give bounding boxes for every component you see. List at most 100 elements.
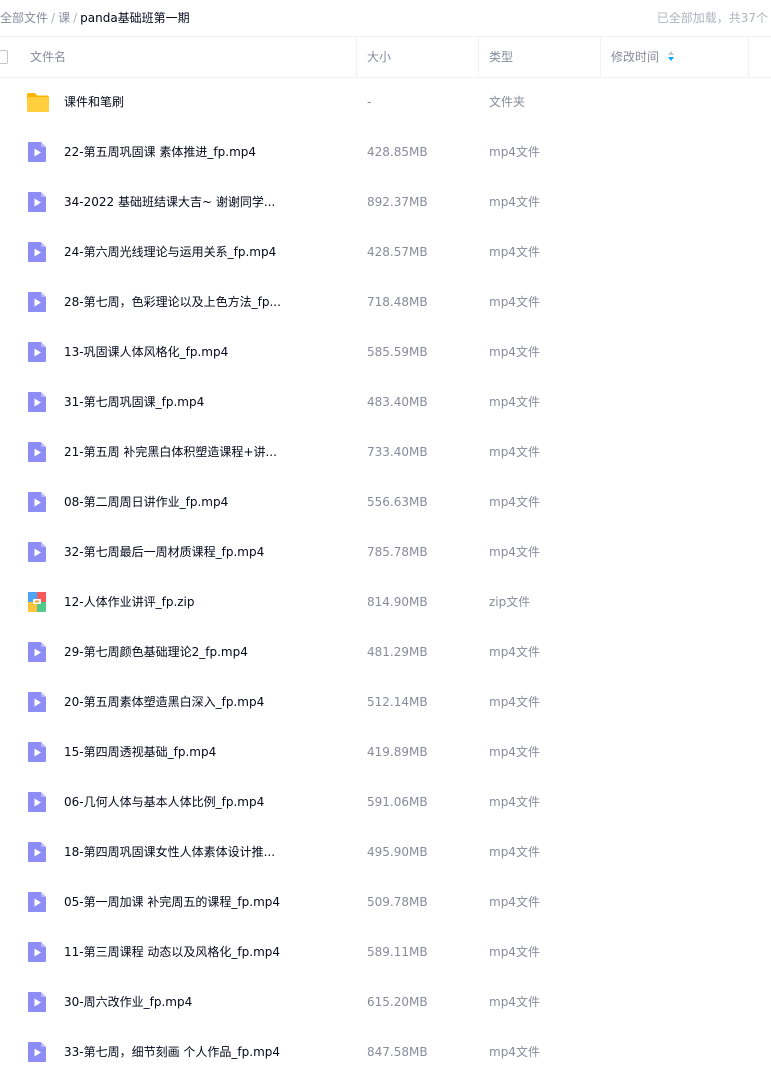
file-row[interactable]: 课件和笔刷 - 文件夹 [0,77,771,127]
file-row[interactable]: 12-人体作业讲评_fp.zip 814.90MB zip文件 [0,577,771,627]
sort-icon[interactable] [667,50,675,63]
file-name[interactable]: 24-第六周光线理论与运用关系_fp.mp4 [64,227,276,277]
file-row[interactable]: 32-第七周最后一周材质课程_fp.mp4 785.78MB mp4文件 [0,527,771,577]
breadcrumb-item-all-files[interactable]: 全部文件 [0,11,48,25]
column-type-label: 类型 [489,50,514,64]
file-list-header: 文件名 大小 类型 修改时间 [0,36,771,78]
file-size: 512.14MB [367,695,428,709]
file-name[interactable]: 21-第五周 补完黑白体积塑造课程+讲... [64,427,277,477]
file-type: mp4文件 [489,395,540,409]
file-type: mp4文件 [489,795,540,809]
top-bar: 全部文件 / 课 / panda基础班第一期 已全部加载，共37个 [0,0,771,32]
video-file-icon [26,241,50,263]
file-type: mp4文件 [489,945,540,959]
file-type: mp4文件 [489,745,540,759]
column-header-modified[interactable]: 修改时间 [600,37,749,77]
file-name[interactable]: 31-第七周巩固课_fp.mp4 [64,377,204,427]
breadcrumb-item-course[interactable]: 课 [58,11,70,25]
folder-icon [26,91,50,113]
file-size: 733.40MB [367,445,428,459]
file-size: 419.89MB [367,745,428,759]
video-file-icon [26,141,50,163]
file-list: 课件和笔刷 - 文件夹 22-第五周巩固课 素体推进_fp.mp4 428.85MB mp… [0,77,771,1077]
file-row[interactable]: 15-第四周透视基础_fp.mp4 419.89MB mp4文件 [0,727,771,777]
column-header-size[interactable]: 大小 [356,37,477,77]
breadcrumb-separator: / [73,11,78,25]
file-size: 615.20MB [367,995,428,1009]
breadcrumb: 全部文件 / 课 / panda基础班第一期 [0,9,190,26]
file-row[interactable]: 22-第五周巩固课 素体推进_fp.mp4 428.85MB mp4文件 [0,127,771,177]
file-name[interactable]: 30-周六改作业_fp.mp4 [64,977,192,1027]
column-header-spacer [748,37,771,77]
file-name[interactable]: 29-第七周颜色基础理论2_fp.mp4 [64,627,248,677]
column-header-name[interactable]: 文件名 [30,37,350,77]
video-file-icon [26,741,50,763]
file-type: mp4文件 [489,845,540,859]
file-type: mp4文件 [489,145,540,159]
file-name[interactable]: 18-第四周巩固课女性人体素体设计推... [64,827,275,877]
video-file-icon [26,441,50,463]
video-file-icon [26,991,50,1013]
select-all-checkbox[interactable] [0,50,8,64]
file-row[interactable]: 08-第二周周日讲作业_fp.mp4 556.63MB mp4文件 [0,477,771,527]
file-type: mp4文件 [489,495,540,509]
file-name[interactable]: 08-第二周周日讲作业_fp.mp4 [64,477,228,527]
file-name[interactable]: 12-人体作业讲评_fp.zip [64,577,195,627]
file-size: 591.06MB [367,795,428,809]
file-size: 814.90MB [367,595,428,609]
file-row[interactable]: 30-周六改作业_fp.mp4 615.20MB mp4文件 [0,977,771,1027]
column-modified-label: 修改时间 [611,50,660,64]
video-file-icon [26,691,50,713]
file-name[interactable]: 33-第七周，细节刻画 个人作品_fp.mp4 [64,1027,280,1077]
file-row[interactable]: 05-第一周加课 补完周五的课程_fp.mp4 509.78MB mp4文件 [0,877,771,927]
file-size: 718.48MB [367,295,428,309]
file-size: - [367,95,372,109]
file-size: 892.37MB [367,195,428,209]
file-size: 495.90MB [367,845,428,859]
file-type: mp4文件 [489,195,540,209]
file-size: 428.85MB [367,145,428,159]
file-row[interactable]: 31-第七周巩固课_fp.mp4 483.40MB mp4文件 [0,377,771,427]
file-name[interactable]: 22-第五周巩固课 素体推进_fp.mp4 [64,127,256,177]
breadcrumb-separator: / [51,11,56,25]
file-type: mp4文件 [489,1045,540,1059]
file-row[interactable]: 13-巩固课人体风格化_fp.mp4 585.59MB mp4文件 [0,327,771,377]
file-name[interactable]: 34-2022 基础班结课大吉~ 谢谢同学... [64,177,275,227]
file-size: 481.29MB [367,645,428,659]
file-row[interactable]: 28-第七周，色彩理论以及上色方法_fp... 718.48MB mp4文件 [0,277,771,327]
video-file-icon [26,391,50,413]
file-type: mp4文件 [489,445,540,459]
file-name[interactable]: 06-几何人体与基本人体比例_fp.mp4 [64,777,264,827]
file-name[interactable]: 课件和笔刷 [64,77,124,127]
file-row[interactable]: 29-第七周颜色基础理论2_fp.mp4 481.29MB mp4文件 [0,627,771,677]
file-size: 585.59MB [367,345,428,359]
column-header-type[interactable]: 类型 [478,37,599,77]
file-name[interactable]: 20-第五周素体塑造黑白深入_fp.mp4 [64,677,264,727]
file-row[interactable]: 06-几何人体与基本人体比例_fp.mp4 591.06MB mp4文件 [0,777,771,827]
file-name[interactable]: 13-巩固课人体风格化_fp.mp4 [64,327,228,377]
file-name[interactable]: 05-第一周加课 补完周五的课程_fp.mp4 [64,877,280,927]
video-file-icon [26,291,50,313]
load-status-text: 已全部加载，共37个 [656,11,768,25]
file-row[interactable]: 24-第六周光线理论与运用关系_fp.mp4 428.57MB mp4文件 [0,227,771,277]
video-file-icon [26,491,50,513]
file-name[interactable]: 32-第七周最后一周材质课程_fp.mp4 [64,527,264,577]
file-name[interactable]: 11-第三周课程 动态以及风格化_fp.mp4 [64,927,280,977]
file-row[interactable]: 11-第三周课程 动态以及风格化_fp.mp4 589.11MB mp4文件 [0,927,771,977]
file-row[interactable]: 20-第五周素体塑造黑白深入_fp.mp4 512.14MB mp4文件 [0,677,771,727]
file-row[interactable]: 33-第七周，细节刻画 个人作品_fp.mp4 847.58MB mp4文件 [0,1027,771,1077]
video-file-icon [26,841,50,863]
file-type: mp4文件 [489,695,540,709]
file-type: mp4文件 [489,995,540,1009]
video-file-icon [26,941,50,963]
file-size: 428.57MB [367,245,428,259]
video-file-icon [26,791,50,813]
file-type: mp4文件 [489,645,540,659]
file-name[interactable]: 15-第四周透视基础_fp.mp4 [64,727,216,777]
file-row[interactable]: 34-2022 基础班结课大吉~ 谢谢同学... 892.37MB mp4文件 [0,177,771,227]
file-type: mp4文件 [489,295,540,309]
file-name[interactable]: 28-第七周，色彩理论以及上色方法_fp... [64,277,281,327]
file-size: 483.40MB [367,395,428,409]
file-row[interactable]: 18-第四周巩固课女性人体素体设计推... 495.90MB mp4文件 [0,827,771,877]
file-row[interactable]: 21-第五周 补完黑白体积塑造课程+讲... 733.40MB mp4文件 [0,427,771,477]
